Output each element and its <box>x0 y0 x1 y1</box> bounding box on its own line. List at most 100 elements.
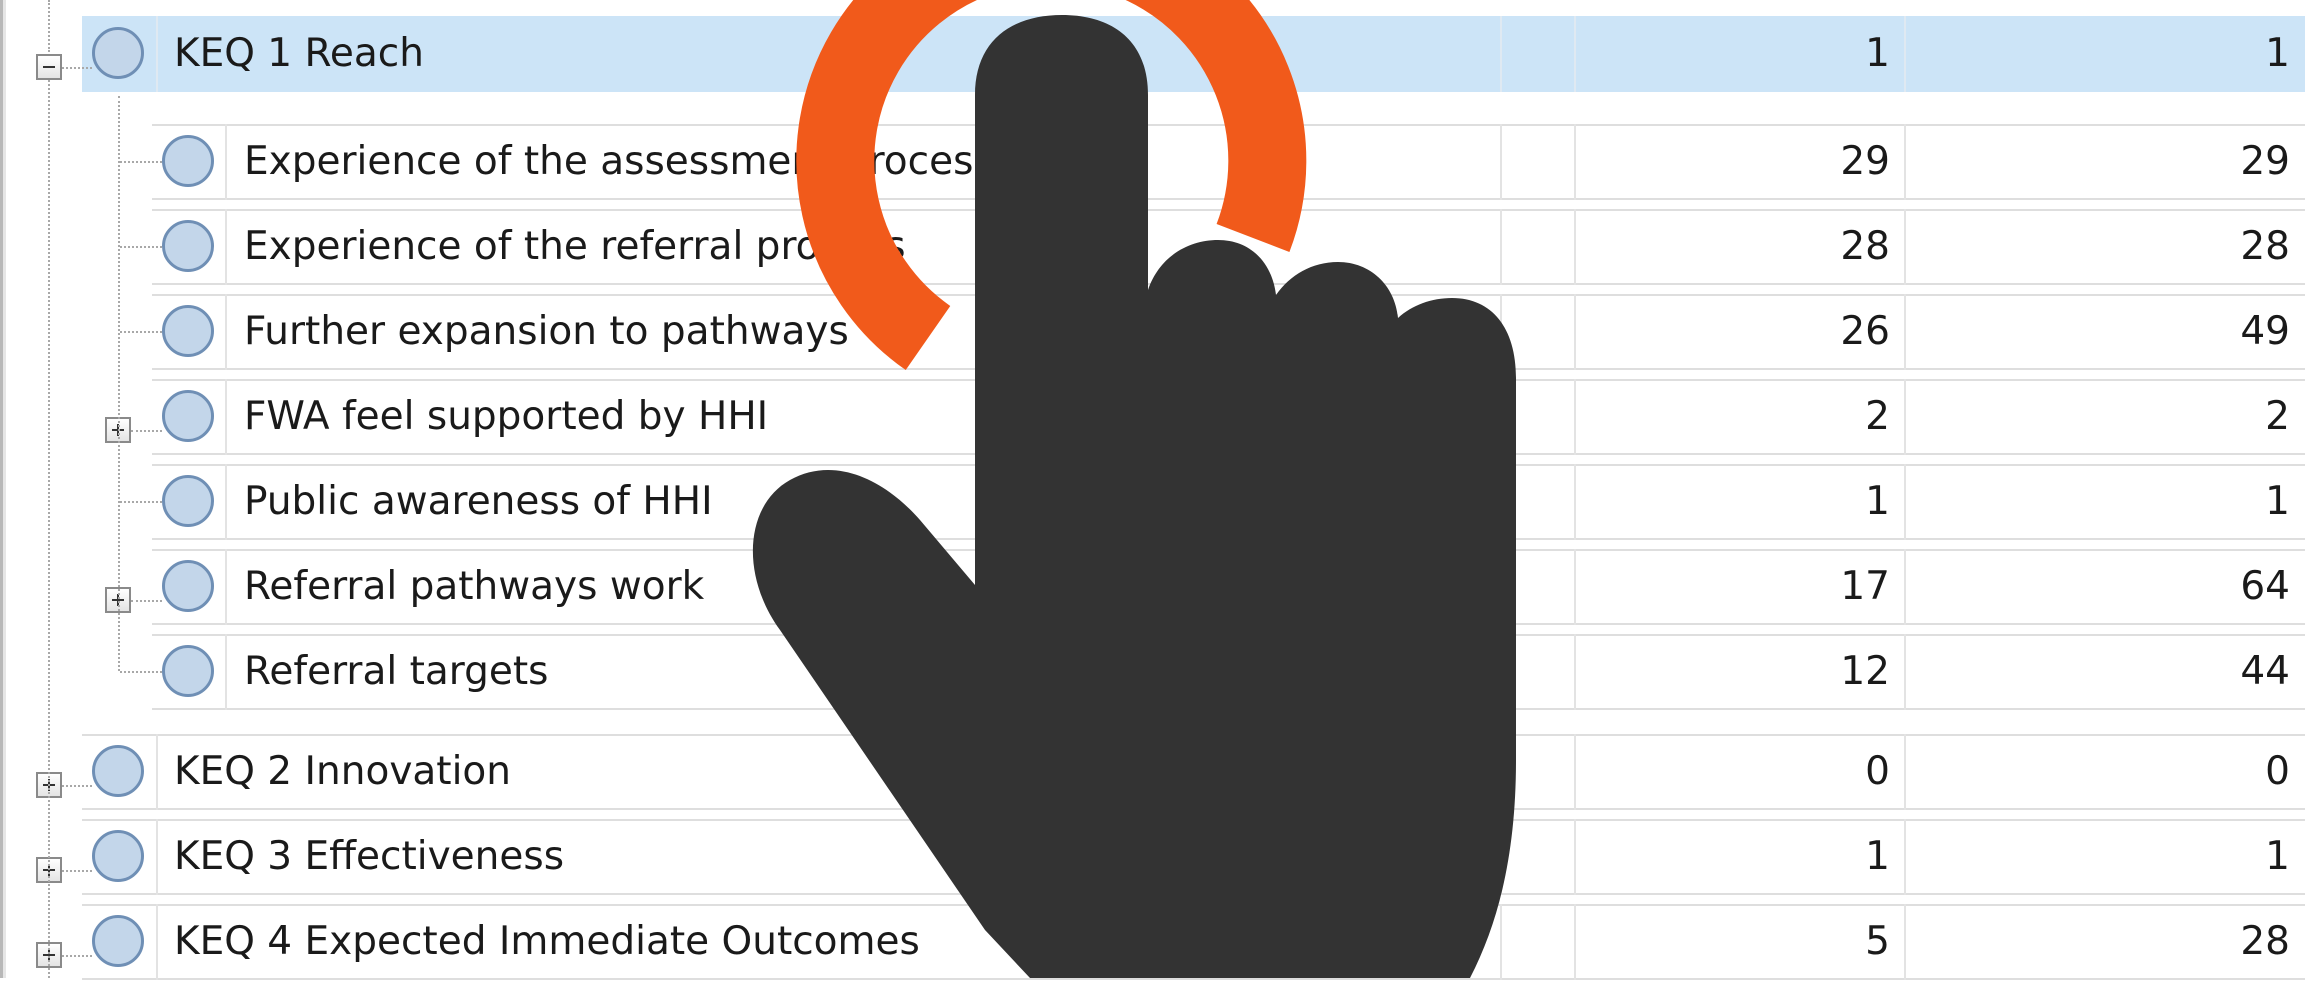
node-name[interactable]: Referral targets <box>244 630 548 714</box>
column-divider <box>1904 379 1906 455</box>
column-divider <box>1904 734 1906 810</box>
node-icon <box>162 220 214 272</box>
references-count: 2 <box>1865 394 1890 439</box>
column-divider <box>1500 464 1502 540</box>
column-divider <box>225 379 227 455</box>
column-divider <box>1500 904 1502 980</box>
column-divider <box>225 124 227 200</box>
node-name[interactable]: Experience of the assessment process <box>244 120 994 204</box>
node-tree[interactable]: KEQ 1 Reach 1 1 Experience of the assess… <box>0 0 2313 980</box>
references-count: 29 <box>1840 139 1890 184</box>
tree-row-keq3[interactable]: KEQ 3 Effectiveness 1 1 <box>0 815 2313 899</box>
tree-row-further-expansion[interactable]: Further expansion to pathways 26 49 <box>0 290 2313 374</box>
tree-connector <box>62 955 92 957</box>
column-divider <box>1904 634 1906 710</box>
column-divider <box>1904 904 1906 980</box>
column-divider <box>1574 209 1576 285</box>
column-divider <box>1574 464 1576 540</box>
node-icon <box>162 475 214 527</box>
node-icon <box>162 645 214 697</box>
coding-count: 28 <box>2240 224 2290 269</box>
tree-connector <box>131 430 162 432</box>
tree-connector <box>48 0 50 52</box>
tree-connector <box>118 96 120 671</box>
references-count: 28 <box>1840 224 1890 269</box>
column-divider <box>225 294 227 370</box>
column-divider <box>1574 294 1576 370</box>
references-count: 12 <box>1840 649 1890 694</box>
collapse-icon[interactable] <box>36 54 62 80</box>
node-name[interactable]: Experience of the referral process <box>244 205 906 289</box>
node-icon <box>92 27 144 79</box>
tree-row-fwa-supported[interactable]: FWA feel supported by HHI 2 2 <box>0 375 2313 459</box>
tree-connector <box>120 671 162 673</box>
column-divider <box>1904 124 1906 200</box>
tree-row-keq4[interactable]: KEQ 4 Expected Immediate Outcomes 5 28 <box>0 900 2313 984</box>
column-divider <box>1500 294 1502 370</box>
column-divider <box>225 209 227 285</box>
node-name[interactable]: FWA feel supported by HHI <box>244 375 768 459</box>
column-divider <box>156 734 158 810</box>
node-icon <box>162 390 214 442</box>
column-divider <box>1500 734 1502 810</box>
node-icon <box>162 305 214 357</box>
column-divider <box>1904 16 1906 92</box>
node-name[interactable]: Referral pathways work <box>244 545 704 629</box>
column-divider <box>225 549 227 625</box>
references-count: 1 <box>1865 834 1890 879</box>
column-divider <box>1500 124 1502 200</box>
node-icon <box>92 745 144 797</box>
column-divider <box>1500 16 1502 92</box>
references-count: 1 <box>1865 479 1890 524</box>
node-name[interactable]: KEQ 1 Reach <box>174 12 424 96</box>
tree-connector <box>120 331 162 333</box>
tree-connector <box>120 501 162 503</box>
tree-connector <box>62 870 92 872</box>
column-divider <box>156 819 158 895</box>
node-name[interactable]: Further expansion to pathways <box>244 290 849 374</box>
node-name[interactable]: Public awareness of HHI <box>244 460 713 544</box>
coding-count: 49 <box>2240 309 2290 354</box>
tree-connector <box>131 600 162 602</box>
node-name[interactable]: KEQ 2 Innovation <box>174 730 511 814</box>
coding-count: 44 <box>2240 649 2290 694</box>
column-divider <box>1574 549 1576 625</box>
column-divider <box>1574 124 1576 200</box>
column-divider <box>1574 16 1576 92</box>
column-divider <box>1500 379 1502 455</box>
node-icon <box>162 135 214 187</box>
tree-row-referral-process[interactable]: Experience of the referral process 28 28 <box>0 205 2313 289</box>
column-divider <box>1904 209 1906 285</box>
node-name[interactable]: KEQ 4 Expected Immediate Outcomes <box>174 900 920 984</box>
column-divider <box>1574 819 1576 895</box>
coding-count: 0 <box>2265 749 2290 794</box>
tree-row-keq1[interactable]: KEQ 1 Reach 1 1 <box>0 12 2313 96</box>
references-count: 17 <box>1840 564 1890 609</box>
node-icon <box>162 560 214 612</box>
node-icon <box>92 830 144 882</box>
coding-count: 2 <box>2265 394 2290 439</box>
coding-count: 64 <box>2240 564 2290 609</box>
tree-connector <box>62 67 92 69</box>
node-icon <box>92 915 144 967</box>
column-divider <box>1500 819 1502 895</box>
tree-row-assessment[interactable]: Experience of the assessment process 29 … <box>0 120 2313 204</box>
coding-count: 28 <box>2240 919 2290 964</box>
tree-row-referral-pathways[interactable]: Referral pathways work 17 64 <box>0 545 2313 629</box>
tree-row-public-awareness[interactable]: Public awareness of HHI 1 1 <box>0 460 2313 544</box>
coding-count: 1 <box>2265 479 2290 524</box>
column-divider <box>225 464 227 540</box>
tree-row-keq2[interactable]: KEQ 2 Innovation 0 0 <box>0 730 2313 814</box>
node-name[interactable]: KEQ 3 Effectiveness <box>174 815 564 899</box>
tree-connector <box>120 161 162 163</box>
column-divider <box>225 634 227 710</box>
tree-row-referral-targets[interactable]: Referral targets 12 44 <box>0 630 2313 714</box>
column-divider <box>1574 379 1576 455</box>
tree-connector <box>48 80 50 978</box>
coding-count: 29 <box>2240 139 2290 184</box>
column-divider <box>156 16 158 92</box>
column-divider <box>1904 819 1906 895</box>
column-divider <box>1574 734 1576 810</box>
coding-count: 1 <box>2265 31 2290 76</box>
column-divider <box>1904 464 1906 540</box>
